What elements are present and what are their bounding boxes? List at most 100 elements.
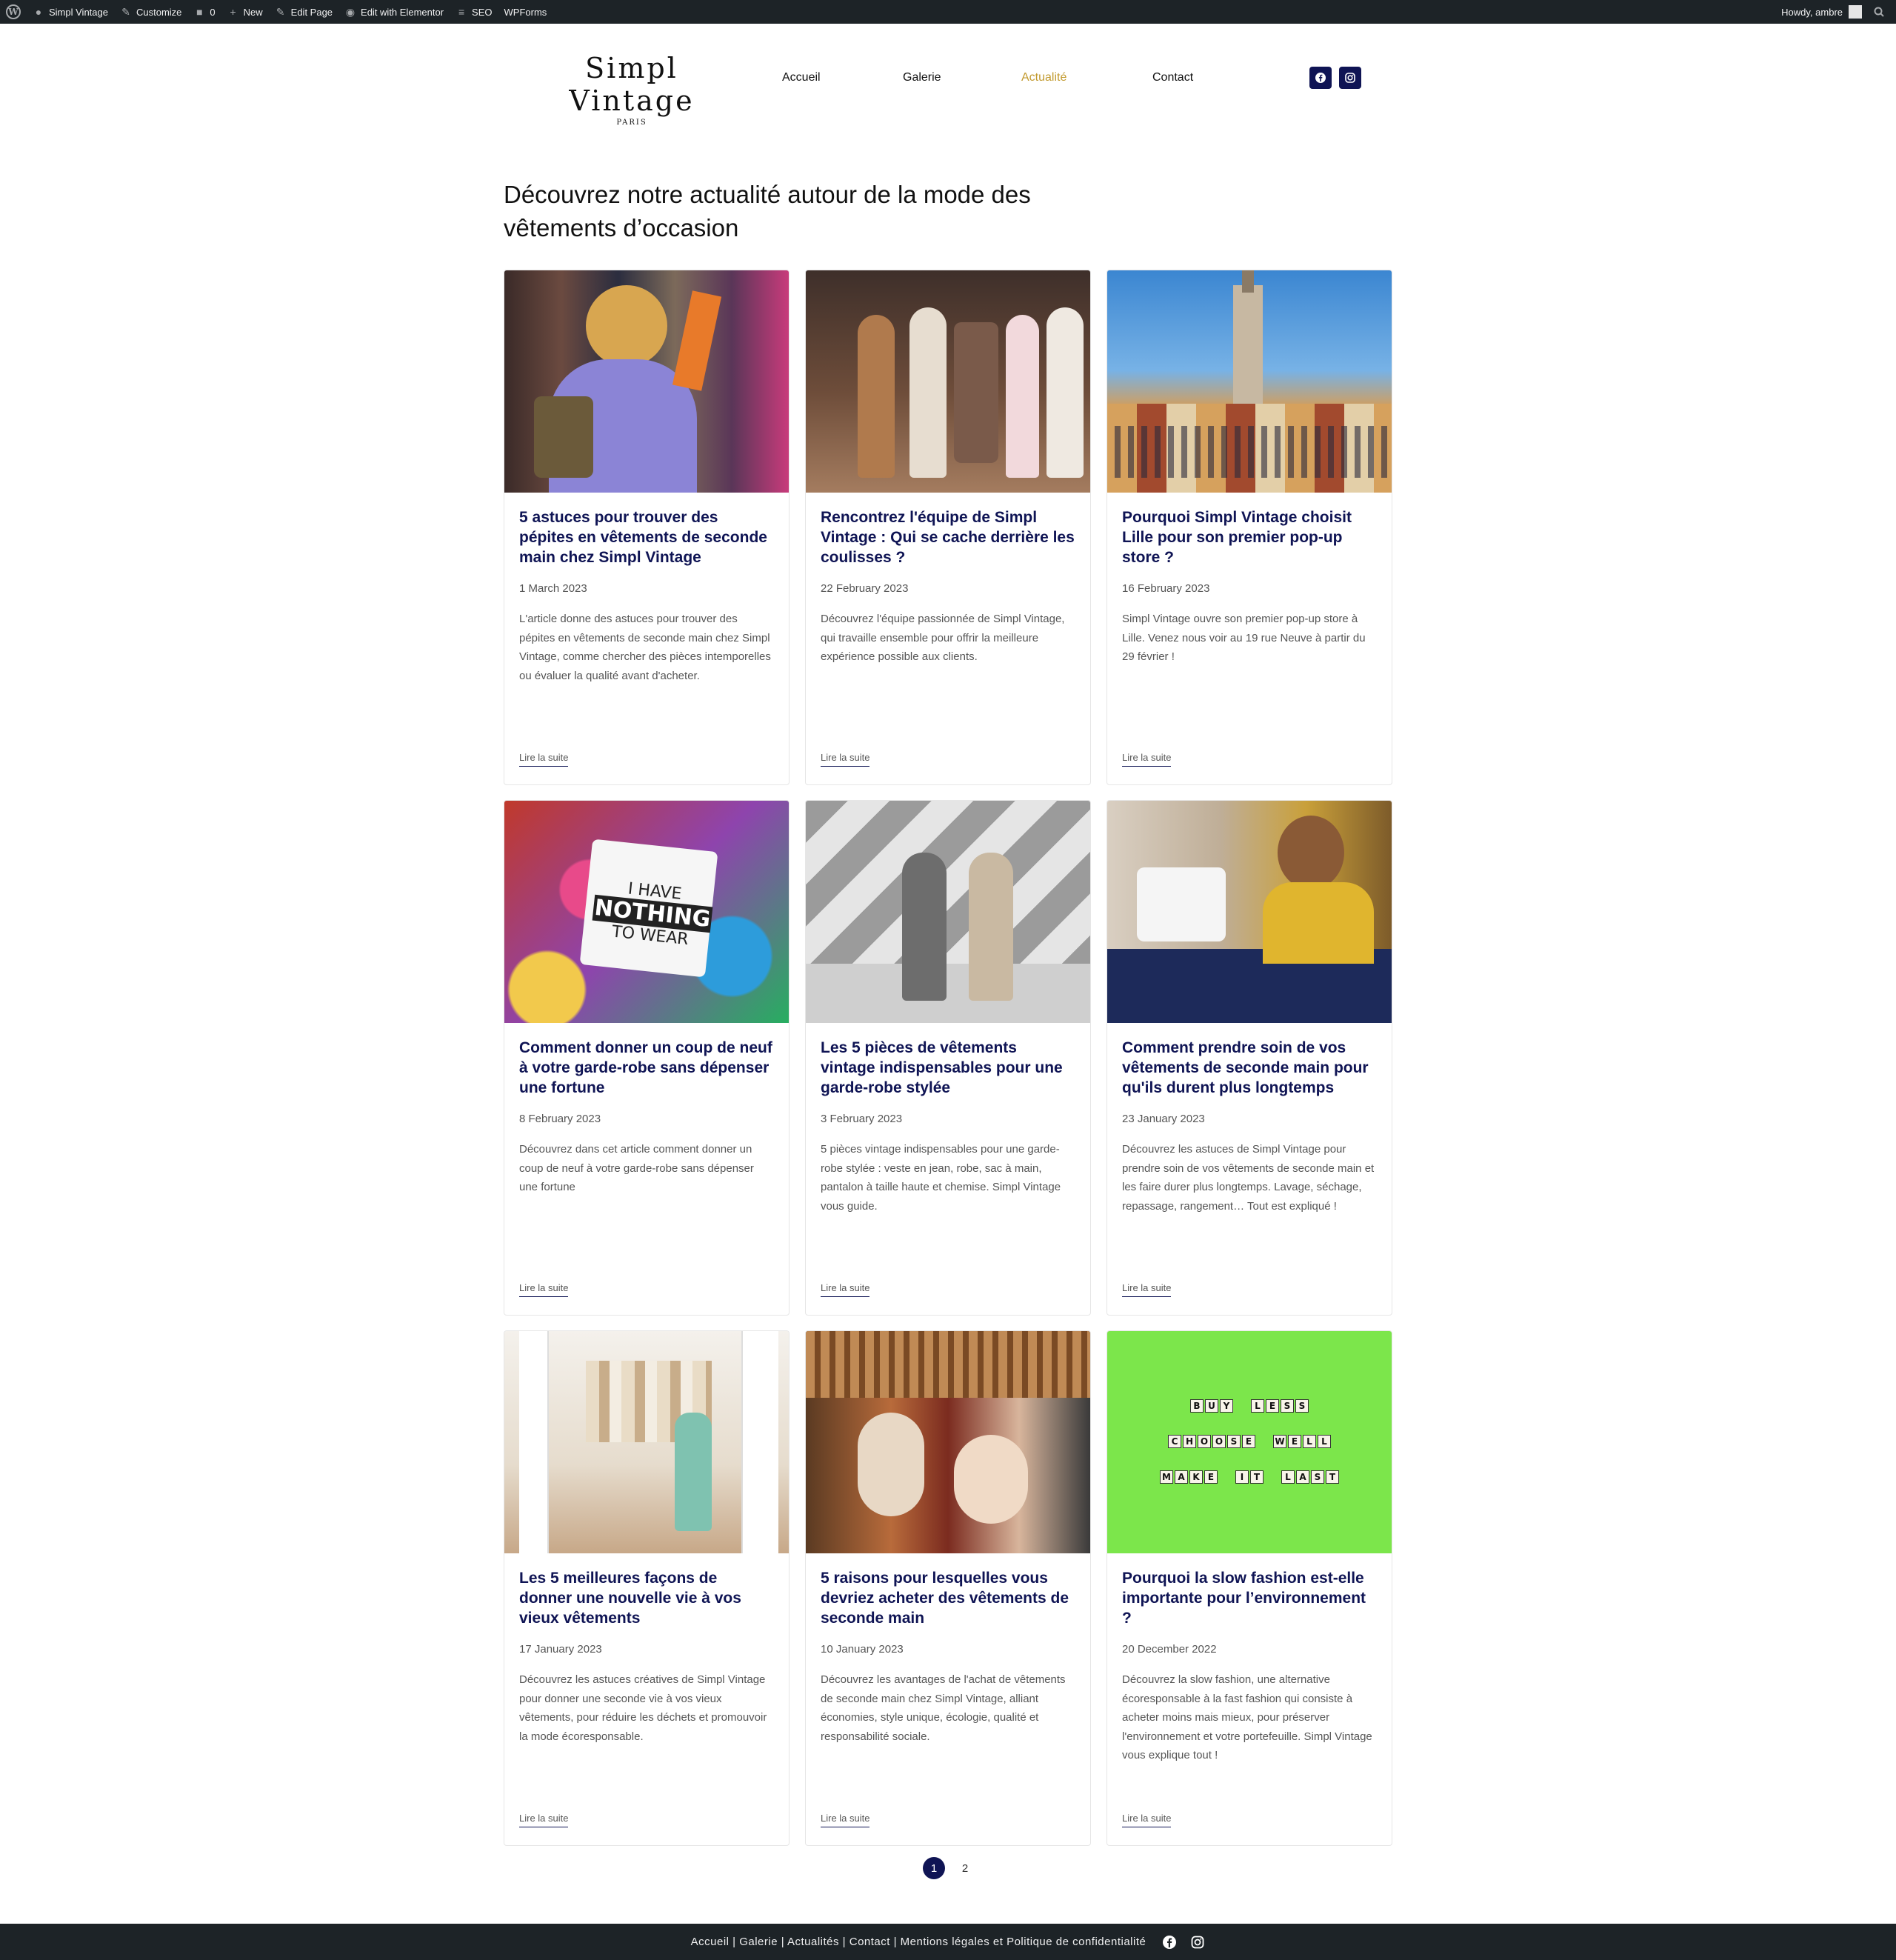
tile-word: LESS <box>1250 1399 1309 1413</box>
post-date: 3 February 2023 <box>821 1113 903 1125</box>
nav-item-actualite[interactable]: Actualité <box>1021 71 1066 84</box>
post-title[interactable]: 5 astuces pour trouver des pépites en vê… <box>519 507 774 567</box>
image-slogan: I HAVE NOTHING TO WEAR <box>590 876 715 951</box>
post-excerpt: Découvrez la slow fashion, une alternati… <box>1122 1673 1372 1761</box>
post-title[interactable]: Pourquoi la slow fashion est-elle import… <box>1122 1568 1377 1628</box>
post-date: 10 January 2023 <box>821 1643 904 1656</box>
read-more-link[interactable]: Lire la suite <box>821 1813 870 1827</box>
read-more-link[interactable]: Lire la suite <box>1122 752 1172 767</box>
post-excerpt: Découvrez les astuces de Simpl Vintage p… <box>1122 1143 1375 1213</box>
post-thumbnail-two-women[interactable] <box>806 801 1090 1023</box>
post-card[interactable]: Rencontrez l'équipe de Simpl Vintage : Q… <box>805 270 1091 785</box>
footer-links[interactable]: Accueil | Galerie | Actualités | Contact… <box>691 1936 1146 1948</box>
letter-tile: O <box>1198 1435 1211 1448</box>
customize-link[interactable]: ✎ Customize <box>114 0 187 24</box>
post-title[interactable]: Rencontrez l'équipe de Simpl Vintage : Q… <box>821 507 1075 567</box>
read-more-link[interactable]: Lire la suite <box>1122 1282 1172 1297</box>
post-title[interactable]: Les 5 pièces de vêtements vintage indisp… <box>821 1038 1075 1098</box>
post-thumbnail-sewing[interactable] <box>1107 801 1392 1023</box>
nav-item-contact[interactable]: Contact <box>1152 71 1193 84</box>
tile-word: MAKE <box>1159 1470 1218 1484</box>
site-name-link[interactable]: ● Simpl Vintage <box>27 0 114 24</box>
read-more-link[interactable]: Lire la suite <box>519 752 569 767</box>
nav-item-accueil[interactable]: Accueil <box>782 71 821 84</box>
edit-elementor-label: Edit with Elementor <box>361 6 444 18</box>
footer-social-links <box>1162 1935 1205 1950</box>
footer-facebook-button[interactable] <box>1162 1935 1177 1950</box>
post-excerpt: Découvrez l'équipe passionnée de Simpl V… <box>821 613 1065 663</box>
post-date: 23 January 2023 <box>1122 1113 1205 1125</box>
wordpress-logo-button[interactable]: W <box>0 0 27 24</box>
admin-search-button[interactable] <box>1868 0 1890 24</box>
site-footer: Accueil | Galerie | Actualités | Contact… <box>0 1924 1896 1960</box>
read-more-link[interactable]: Lire la suite <box>821 1282 870 1297</box>
brush-icon: ✎ <box>121 5 130 18</box>
letter-tile: A <box>1296 1470 1309 1484</box>
read-more-link[interactable]: Lire la suite <box>1122 1813 1172 1827</box>
post-date: 8 February 2023 <box>519 1113 601 1125</box>
comment-icon: ■ <box>196 6 203 18</box>
post-title[interactable]: Pourquoi Simpl Vintage choisit Lille pou… <box>1122 507 1377 567</box>
letter-tile: S <box>1311 1470 1324 1484</box>
seo-icon: ≡ <box>458 6 465 18</box>
post-title[interactable]: Les 5 meilleures façons de donner une no… <box>519 1568 774 1628</box>
customize-label: Customize <box>136 6 182 18</box>
read-more-link[interactable]: Lire la suite <box>821 752 870 767</box>
post-date: 17 January 2023 <box>519 1643 602 1656</box>
tile-word: IT <box>1235 1470 1264 1484</box>
post-card[interactable]: Pourquoi Simpl Vintage choisit Lille pou… <box>1106 270 1392 785</box>
post-card[interactable]: 5 astuces pour trouver des pépites en vê… <box>504 270 790 785</box>
wpforms-link[interactable]: WPForms <box>498 0 553 24</box>
post-date: 1 March 2023 <box>519 582 587 595</box>
edit-page-link[interactable]: ✎ Edit Page <box>269 0 338 24</box>
letter-tile: L <box>1281 1470 1295 1484</box>
pencil-icon: ✎ <box>276 5 285 18</box>
edit-elementor-link[interactable]: ◉ Edit with Elementor <box>338 0 450 24</box>
post-thumbnail-scrabble-tiles[interactable]: BUY LESS CHOOSE WELL MAKE IT LAST <box>1107 1331 1392 1553</box>
instagram-icon <box>1345 73 1355 83</box>
post-card[interactable]: Comment prendre soin de vos vêtements de… <box>1106 800 1392 1316</box>
edit-page-label: Edit Page <box>290 6 333 18</box>
post-card[interactable]: BUY LESS CHOOSE WELL MAKE IT LAST Pourqu… <box>1106 1330 1392 1846</box>
post-thumbnail-shopping[interactable] <box>504 270 789 493</box>
facebook-button[interactable] <box>1309 67 1332 89</box>
post-card[interactable]: I HAVE NOTHING TO WEAR Comment donner un… <box>504 800 790 1316</box>
nav-item-galerie[interactable]: Galerie <box>903 71 941 84</box>
page-1-current: 1 <box>923 1857 945 1879</box>
letter-tile: T <box>1250 1470 1264 1484</box>
post-thumbnail-team[interactable] <box>806 270 1090 493</box>
instagram-button[interactable] <box>1339 67 1361 89</box>
post-card[interactable]: Les 5 meilleures façons de donner une no… <box>504 1330 790 1846</box>
post-title[interactable]: 5 raisons pour lesquelles vous devriez a… <box>821 1568 1075 1628</box>
posts-grid: 5 astuces pour trouver des pépites en vê… <box>504 270 1392 1846</box>
seo-link[interactable]: ≡ SEO <box>450 0 498 24</box>
post-card[interactable]: Les 5 pièces de vêtements vintage indisp… <box>805 800 1091 1316</box>
post-thumbnail-wardrobe[interactable] <box>504 1331 789 1553</box>
post-thumbnail-clothes-rack[interactable] <box>806 1331 1090 1553</box>
site-logo[interactable]: Simpl Vintage PARIS <box>532 52 732 127</box>
read-more-link[interactable]: Lire la suite <box>519 1813 569 1827</box>
header-social-links <box>1309 67 1361 89</box>
post-title[interactable]: Comment donner un coup de neuf à votre g… <box>519 1038 774 1098</box>
logo-title: Simpl Vintage <box>569 52 695 117</box>
letter-tile: W <box>1273 1435 1286 1448</box>
post-excerpt: Découvrez les avantages de l'achat de vê… <box>821 1673 1066 1743</box>
page-2-link[interactable]: 2 <box>954 1857 976 1879</box>
post-title[interactable]: Comment prendre soin de vos vêtements de… <box>1122 1038 1377 1098</box>
post-date: 22 February 2023 <box>821 582 909 595</box>
post-card[interactable]: 5 raisons pour lesquelles vous devriez a… <box>805 1330 1091 1846</box>
comments-count: 0 <box>210 6 216 18</box>
letter-tile: K <box>1189 1470 1203 1484</box>
wpforms-label: WPForms <box>504 6 547 18</box>
new-content-link[interactable]: + New <box>221 0 269 24</box>
post-thumbnail-clothes-pile[interactable]: I HAVE NOTHING TO WEAR <box>504 801 789 1023</box>
tile-row: CHOOSE WELL <box>1107 1435 1392 1448</box>
post-excerpt: 5 pièces vintage indispensables pour une… <box>821 1143 1061 1213</box>
account-menu[interactable]: Howdy, ambre <box>1775 0 1868 24</box>
read-more-link[interactable]: Lire la suite <box>519 1282 569 1297</box>
footer-instagram-button[interactable] <box>1190 1935 1205 1950</box>
tile-row: BUY LESS <box>1107 1399 1392 1413</box>
comments-link[interactable]: ■ 0 <box>187 0 221 24</box>
letter-tile: L <box>1251 1399 1264 1413</box>
post-thumbnail-lille[interactable] <box>1107 270 1392 493</box>
